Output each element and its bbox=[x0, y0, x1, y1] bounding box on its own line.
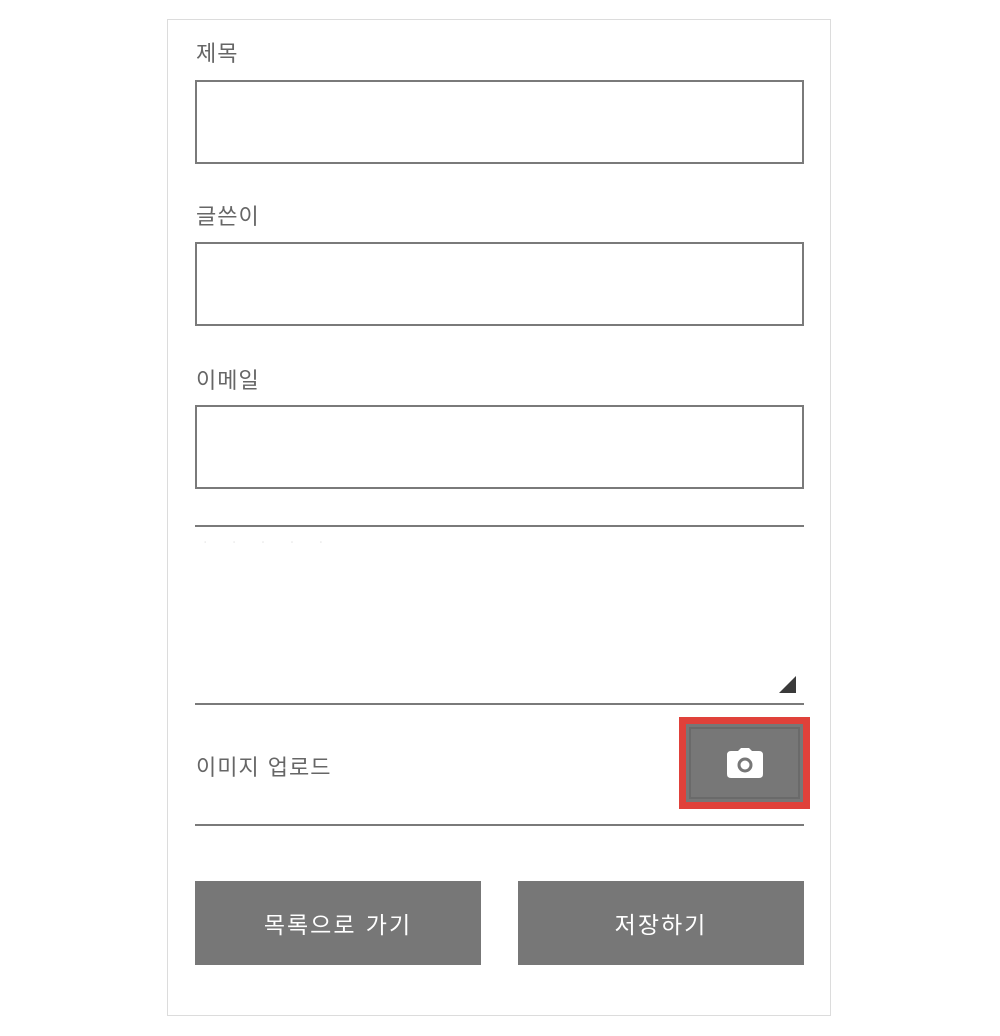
email-label: 이메일 bbox=[196, 369, 260, 394]
image-upload-button[interactable] bbox=[679, 717, 810, 809]
resize-handle-icon[interactable] bbox=[779, 676, 796, 693]
email-input[interactable] bbox=[195, 405, 804, 489]
image-upload-label: 이미지 업로드 bbox=[196, 756, 332, 781]
title-input[interactable] bbox=[195, 80, 804, 164]
author-label: 글쓴이 bbox=[196, 205, 260, 230]
section-divider bbox=[195, 824, 804, 826]
content-placeholder: · · · · · bbox=[203, 535, 334, 551]
content-textarea[interactable]: · · · · · bbox=[195, 525, 804, 705]
camera-icon bbox=[726, 748, 763, 778]
author-input[interactable] bbox=[195, 242, 804, 326]
back-to-list-button[interactable]: 목록으로 가기 bbox=[195, 881, 481, 965]
save-button[interactable]: 저장하기 bbox=[518, 881, 804, 965]
post-form-card bbox=[167, 19, 831, 1016]
image-upload-button-inner[interactable] bbox=[689, 727, 800, 799]
title-label: 제목 bbox=[196, 42, 239, 67]
